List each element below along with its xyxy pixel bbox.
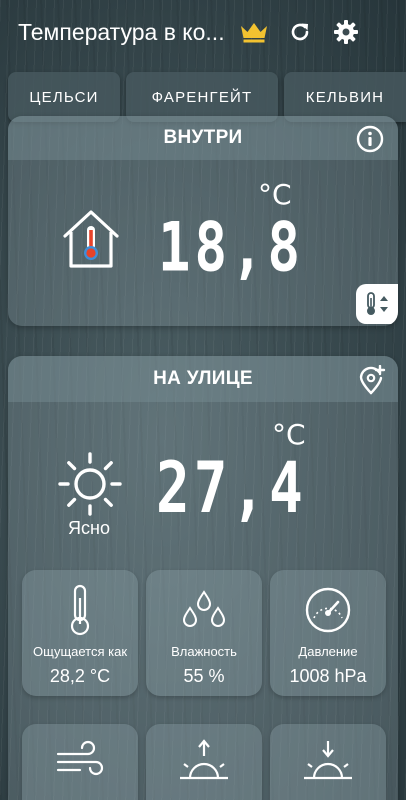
outside-temperature-value: 27,4	[156, 448, 307, 530]
outside-card: НА УЛИЦЕ Ясно 27,4 °C Ощущается как 28,2…	[8, 356, 398, 800]
add-location-icon[interactable]	[358, 364, 386, 400]
wind-tile[interactable]	[22, 724, 138, 800]
inside-card: ВНУТРИ 18,8 °C	[8, 116, 398, 326]
tab-celsius[interactable]: ЦЕЛЬСИ	[8, 72, 120, 122]
feels-like-label: Ощущается как	[32, 644, 128, 659]
app-bar: Температура в ко...	[0, 0, 406, 64]
outside-card-header: НА УЛИЦЕ	[8, 356, 398, 402]
premium-crown-icon[interactable]	[234, 12, 274, 52]
drops-icon	[146, 584, 262, 636]
wind-icon	[22, 738, 138, 782]
inside-card-header: ВНУТРИ	[8, 116, 398, 160]
info-icon[interactable]	[356, 125, 384, 158]
app-title: Температура в ко...	[18, 18, 225, 45]
inside-unit: °C	[258, 178, 292, 211]
pressure-label: Давление	[298, 644, 358, 659]
inside-title: ВНУТРИ	[163, 127, 243, 148]
sunset-tile[interactable]	[270, 724, 386, 800]
outside-unit: °C	[272, 418, 306, 451]
pressure-value: 1008 hPa	[289, 666, 367, 686]
inside-temperature-value: 18,8	[158, 208, 305, 287]
sensor-switch-icon[interactable]	[356, 284, 398, 324]
unit-tabs: ЦЕЛЬСИ ФАРЕНГЕЙТ КЕЛЬВИН	[0, 72, 406, 122]
feels-like-value: 28,2 °C	[49, 666, 111, 686]
feels-like-tile[interactable]: Ощущается как 28,2 °C	[22, 570, 138, 696]
weather-condition: Ясно	[68, 518, 110, 538]
gauge-icon	[270, 584, 386, 636]
refresh-icon[interactable]	[280, 12, 320, 52]
humidity-value: 55 %	[183, 666, 225, 686]
sunrise-tile[interactable]	[146, 724, 262, 800]
thermometer-icon	[22, 584, 138, 636]
settings-gear-icon[interactable]	[326, 12, 366, 52]
tab-fahrenheit[interactable]: ФАРЕНГЕЙТ	[126, 72, 278, 122]
house-thermometer-icon	[60, 208, 122, 275]
sun-icon	[56, 450, 124, 523]
humidity-label: Влажность	[171, 644, 237, 659]
sunset-icon	[270, 738, 386, 782]
outside-title: НА УЛИЦЕ	[153, 368, 253, 389]
humidity-tile[interactable]: Влажность 55 %	[146, 570, 262, 696]
tab-kelvin[interactable]: КЕЛЬВИН	[284, 72, 406, 122]
sunrise-icon	[146, 738, 262, 782]
pressure-tile[interactable]: Давление 1008 hPa	[270, 570, 386, 696]
